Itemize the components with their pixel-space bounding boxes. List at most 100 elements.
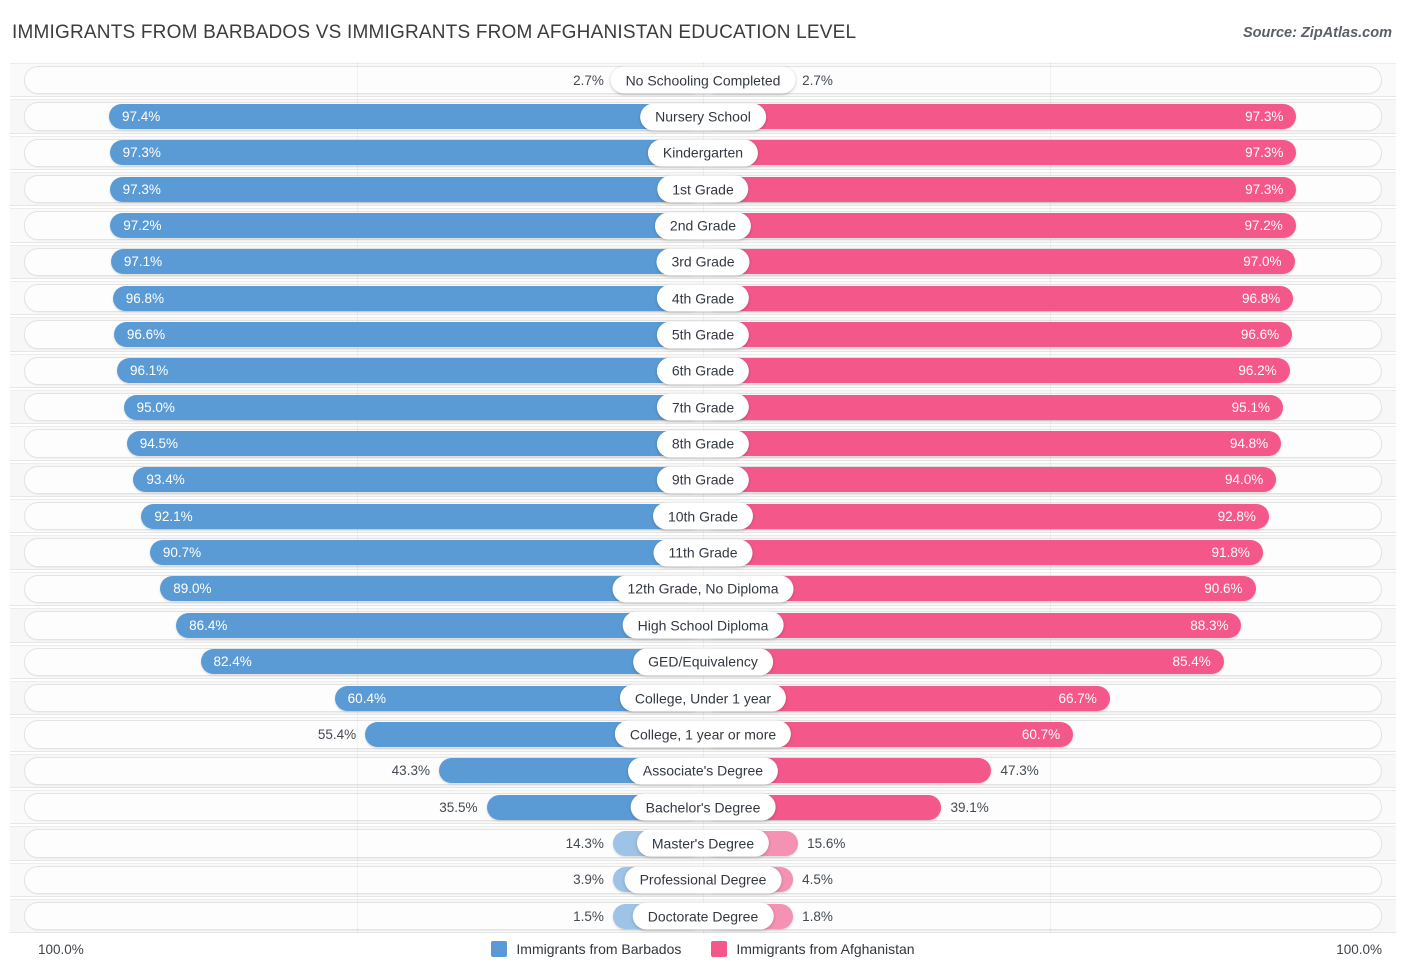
bar-afghanistan[interactable]: 97.3%	[703, 140, 1297, 166]
bar-barbados[interactable]: 96.8%	[112, 285, 703, 311]
bar-value-label: 2.7%	[802, 72, 833, 88]
category-label-pill[interactable]: No Schooling Completed	[610, 66, 796, 94]
bar-value-label: 4.5%	[802, 872, 833, 888]
bar-barbados[interactable]: 92.1%	[141, 503, 703, 529]
bar-barbados[interactable]: 90.7%	[149, 540, 703, 566]
bar-afghanistan[interactable]: 94.0%	[703, 467, 1277, 493]
bar-half-right: 1.8%	[703, 898, 1396, 934]
bar-afghanistan[interactable]: 97.2%	[703, 213, 1296, 239]
bar-barbados[interactable]: 97.2%	[110, 213, 703, 239]
category-label-pill[interactable]: Doctorate Degree	[632, 902, 774, 930]
bar-value-label: 94.5%	[139, 436, 178, 452]
bar-value-label: 1.8%	[802, 908, 833, 924]
bar-barbados[interactable]: 94.5%	[126, 431, 703, 457]
legend-item-barbados[interactable]: Immigrants from Barbados	[491, 941, 681, 957]
bar-afghanistan[interactable]: 85.4%	[703, 649, 1224, 675]
category-label-pill[interactable]: 5th Grade	[656, 321, 750, 349]
bar-value-label: 96.6%	[1240, 327, 1280, 343]
bar-value-label: 96.8%	[125, 290, 164, 306]
source-attribution: Source: ZipAtlas.com	[1242, 25, 1392, 41]
chart-row: 97.3% 97.3% Kindergarten	[10, 134, 1396, 172]
bar-value-label: 55.4%	[317, 726, 357, 742]
chart-row: 60.4% 66.7% College, Under 1 year	[10, 679, 1396, 717]
category-label-pill[interactable]: Associate's Degree	[627, 757, 779, 785]
category-label-pill[interactable]: Professional Degree	[624, 866, 782, 894]
category-label-pill[interactable]: 7th Grade	[656, 393, 750, 421]
bar-afghanistan[interactable]: 91.8%	[703, 540, 1263, 566]
bar-barbados[interactable]: 93.4%	[133, 467, 703, 493]
category-label-pill[interactable]: 9th Grade	[656, 466, 750, 494]
bar-value-label: 96.2%	[1238, 363, 1277, 379]
bar-afghanistan[interactable]: 88.3%	[703, 612, 1242, 638]
bar-half-left: 90.7%	[10, 534, 703, 570]
bar-afghanistan[interactable]: 97.3%	[703, 104, 1297, 130]
bar-afghanistan[interactable]: 92.8%	[703, 503, 1269, 529]
chart-row: 35.5% 39.1% Bachelor's Degree	[10, 788, 1396, 826]
bar-afghanistan[interactable]: 96.6%	[703, 322, 1293, 348]
bar-half-left: 94.5%	[10, 425, 703, 461]
category-label-pill[interactable]: High School Diploma	[622, 611, 784, 639]
bar-afghanistan[interactable]: 96.8%	[703, 285, 1294, 311]
page-title: IMMIGRANTS FROM BARBADOS VS IMMIGRANTS F…	[12, 22, 857, 43]
chart-footer: 100.0% 100.0% Immigrants from Barbados I…	[0, 935, 1406, 969]
category-label-pill[interactable]: GED/Equivalency	[633, 648, 773, 676]
bar-barbados[interactable]: 96.6%	[113, 322, 703, 348]
bar-value-label: 60.4%	[347, 690, 386, 706]
category-label-pill[interactable]: Master's Degree	[636, 829, 770, 857]
category-label-pill[interactable]: 2nd Grade	[654, 212, 752, 240]
legend-swatch-icon-afghanistan	[711, 941, 728, 957]
bar-half-left: 92.1%	[10, 498, 703, 534]
bar-value-label: 97.3%	[1245, 181, 1284, 197]
bar-value-label: 94.8%	[1229, 436, 1269, 452]
bar-value-label: 94.0%	[1224, 472, 1264, 488]
bar-half-right: 88.3%	[703, 607, 1396, 643]
category-label-pill[interactable]: 8th Grade	[656, 430, 750, 458]
bar-half-left: 3.9%	[10, 862, 703, 898]
bar-afghanistan[interactable]: 97.3%	[703, 176, 1297, 202]
bar-barbados[interactable]: 82.4%	[200, 649, 703, 675]
bar-barbados[interactable]: 97.3%	[109, 140, 703, 166]
bar-afghanistan[interactable]: 95.1%	[703, 394, 1283, 420]
bar-afghanistan[interactable]: 96.2%	[703, 358, 1290, 384]
category-label-pill[interactable]: 10th Grade	[652, 502, 754, 530]
category-label-pill[interactable]: College, Under 1 year	[619, 684, 787, 712]
chart-row: 89.0% 90.6% 12th Grade, No Diploma	[10, 570, 1396, 608]
legend-label-afghanistan: Immigrants from Afghanistan	[736, 941, 915, 957]
bar-barbados[interactable]: 97.4%	[109, 104, 703, 130]
category-label-pill[interactable]: Bachelor's Degree	[630, 793, 776, 821]
bar-afghanistan[interactable]: 97.0%	[703, 249, 1295, 275]
bar-half-right: 94.8%	[703, 425, 1396, 461]
category-label-pill[interactable]: 3rd Grade	[656, 248, 750, 276]
bar-afghanistan[interactable]: 94.8%	[703, 431, 1282, 457]
category-label-pill[interactable]: Kindergarten	[647, 139, 759, 167]
category-label-pill[interactable]: Nursery School	[640, 103, 766, 131]
chart-row: 97.1% 97.0% 3rd Grade	[10, 243, 1396, 281]
category-label-pill[interactable]: 1st Grade	[657, 175, 749, 203]
category-label-pill[interactable]: College, 1 year or more	[614, 720, 792, 748]
bar-value-label: 91.8%	[1211, 545, 1250, 561]
bar-half-left: 97.1%	[10, 244, 703, 280]
bar-half-left: 86.4%	[10, 607, 703, 643]
bar-value-label: 97.3%	[1245, 145, 1284, 161]
category-label-pill[interactable]: 12th Grade, No Diploma	[612, 575, 794, 603]
legend-item-afghanistan[interactable]: Immigrants from Afghanistan	[711, 941, 915, 957]
bar-half-right: 97.3%	[703, 135, 1396, 171]
bar-half-right: 15.6%	[703, 825, 1396, 861]
bar-barbados[interactable]: 95.0%	[123, 394, 703, 420]
category-label-pill[interactable]: 4th Grade	[656, 284, 750, 312]
category-label-pill[interactable]: 6th Grade	[656, 357, 750, 385]
bar-barbados[interactable]: 97.1%	[110, 249, 703, 275]
category-label-pill[interactable]: 11th Grade	[653, 539, 753, 567]
bar-half-right: 96.2%	[703, 353, 1396, 389]
bar-value-label: 92.8%	[1217, 508, 1256, 524]
bar-value-label: 66.7%	[1058, 690, 1097, 706]
bar-half-left: 93.4%	[10, 462, 703, 498]
bar-barbados[interactable]: 97.3%	[109, 176, 703, 202]
chart-row: 97.4% 97.3% Nursery School	[10, 98, 1396, 135]
bar-value-label: 85.4%	[1172, 654, 1211, 670]
bar-half-left: 35.5%	[10, 789, 703, 825]
bar-barbados[interactable]: 96.1%	[116, 358, 703, 384]
chart-page: IMMIGRANTS FROM BARBADOS VS IMMIGRANTS F…	[0, 0, 1406, 975]
bar-value-label: 90.6%	[1204, 581, 1243, 597]
bar-value-label: 92.1%	[154, 508, 193, 524]
